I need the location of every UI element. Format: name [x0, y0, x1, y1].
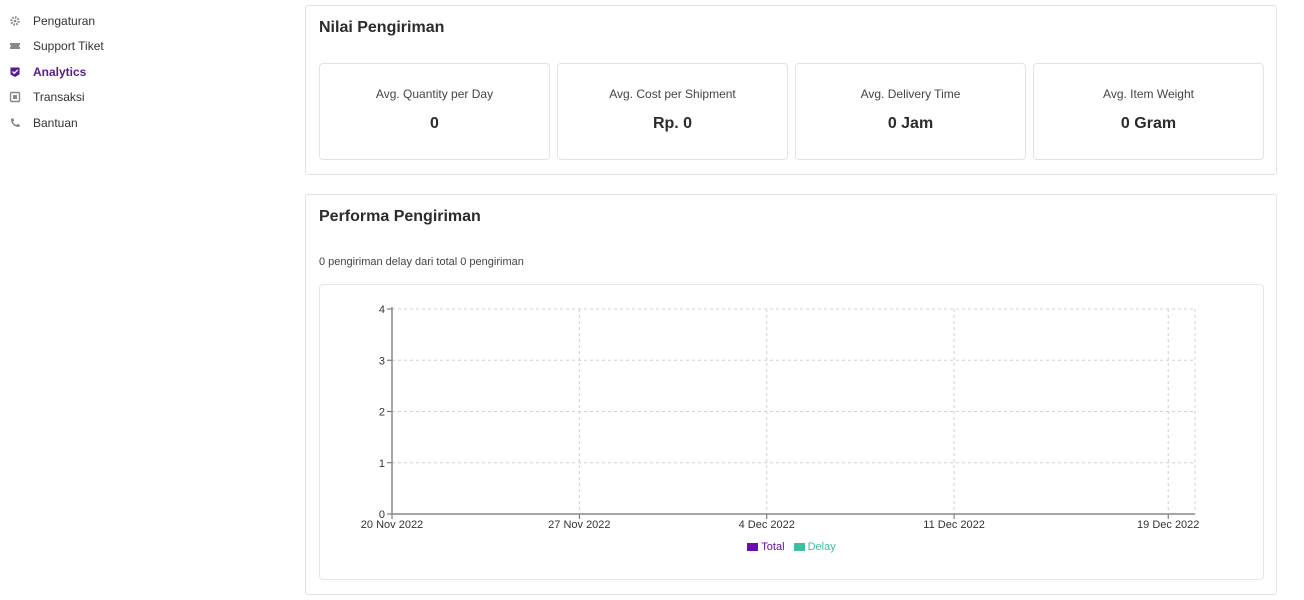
sidebar: Pengaturan Support Tiket Analytics Trans… [0, 0, 290, 600]
stat-value: 0 Gram [1120, 115, 1177, 132]
stat-label: Avg. Quantity per Day [375, 87, 494, 101]
sidebar-item-transaksi[interactable]: Transaksi [8, 87, 85, 107]
stat-value: Rp. 0 [652, 115, 693, 132]
nilai-pengiriman-panel: Nilai Pengiriman Avg. Quantity per Day 0… [305, 5, 1277, 175]
x-tick-label: 11 Dec 2022 [923, 519, 985, 531]
analytics-icon [8, 66, 21, 79]
sidebar-item-label: Analytics [33, 65, 87, 79]
gear-icon [8, 15, 21, 28]
stat-value: 0 [430, 115, 439, 132]
sidebar-item-analytics[interactable]: Analytics [8, 62, 86, 82]
stat-label: Avg. Delivery Time [860, 87, 961, 101]
sidebar-item-label: Bantuan [33, 116, 78, 130]
y-tick-label: 4 [379, 304, 385, 316]
x-tick-label: 20 Nov 2022 [361, 519, 423, 531]
x-tick-label: 4 Dec 2022 [739, 519, 795, 531]
x-tick-label: 19 Dec 2022 [1137, 519, 1199, 531]
legend-item-delay[interactable]: Delay [793, 541, 836, 553]
stat-card-cost: Avg. Cost per Shipment Rp. 0 [557, 63, 788, 160]
panel-title: Performa Pengiriman [319, 208, 481, 225]
legend-swatch-total [747, 543, 759, 551]
stat-value: 0 Jam [887, 115, 934, 132]
ticket-icon [8, 40, 21, 53]
performa-pengiriman-panel: Performa Pengiriman 0 pengiriman delay d… [305, 194, 1277, 595]
panel-title: Nilai Pengiriman [319, 19, 445, 36]
shipment-chart: 0 1 2 3 4 20 Nov 2022 27 Nov 2022 4 Dec 2022 11 … [319, 284, 1264, 580]
receipt-icon [8, 91, 21, 104]
sidebar-item-label: Transaksi [33, 90, 85, 104]
y-tick-label: 2 [379, 407, 385, 419]
y-tick-label: 3 [379, 355, 385, 367]
legend-label-delay: Delay [807, 541, 836, 553]
legend-item-total[interactable]: Total [747, 541, 785, 553]
stat-card-item-weight: Avg. Item Weight 0 Gram [1033, 63, 1264, 160]
stat-label: Avg. Cost per Shipment [609, 87, 736, 101]
sidebar-item-bantuan[interactable]: Bantuan [8, 113, 78, 133]
legend-label-total: Total [761, 541, 785, 553]
y-tick-label: 1 [379, 458, 385, 470]
stat-label: Avg. Item Weight [1103, 87, 1194, 101]
stat-card-quantity: Avg. Quantity per Day 0 [319, 63, 550, 160]
stat-card-delivery-time: Avg. Delivery Time 0 Jam [795, 63, 1026, 160]
phone-icon [8, 117, 21, 130]
x-tick-label: 27 Nov 2022 [548, 519, 610, 531]
sidebar-item-support-tiket[interactable]: Support Tiket [8, 36, 104, 56]
delay-summary: 0 pengiriman delay dari total 0 pengirim… [319, 256, 524, 268]
chart-canvas: 0123420 Nov 2022 27 Nov 2022 4 Dec 2022 11 … [361, 304, 1200, 531]
sidebar-item-label: Pengaturan [33, 14, 96, 28]
chart-legend: Total Delay [320, 541, 1263, 554]
legend-swatch-delay [793, 543, 805, 551]
sidebar-item-pengaturan[interactable]: Pengaturan [8, 11, 95, 31]
sidebar-item-label: Support Tiket [33, 39, 104, 53]
